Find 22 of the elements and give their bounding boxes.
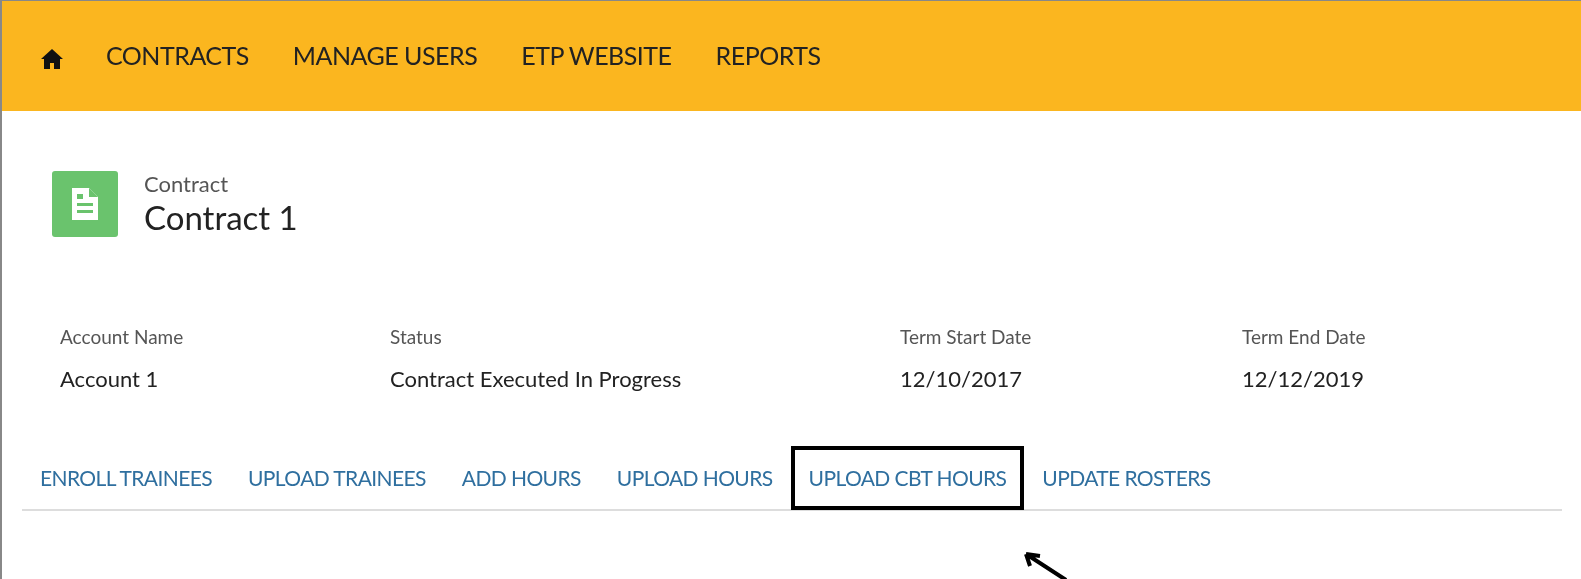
nav-link[interactable]: CONTRACTS <box>106 37 249 75</box>
field-label: Status <box>390 324 443 350</box>
action-tab[interactable]: UPLOAD TRAINEES <box>230 445 444 510</box>
nav-link[interactable]: REPORTS <box>715 37 821 75</box>
field-label: Term End Date <box>1242 324 1367 350</box>
field-value: Contract Executed In Progress <box>390 363 683 394</box>
field-label: Term Start Date <box>900 324 1033 350</box>
nav-link[interactable]: ETP WEBSITE <box>521 37 672 75</box>
action-tab[interactable]: ENROLL TRAINEES <box>22 445 230 510</box>
field-value: 12/12/2019 <box>1242 363 1365 394</box>
record-title: Contract 1 <box>144 197 298 237</box>
action-tab[interactable]: UPLOAD HOURS <box>598 445 791 510</box>
field-value: 12/10/2017 <box>900 363 1023 394</box>
field-label: Account Name <box>60 324 185 350</box>
nav-link[interactable]: MANAGE USERS <box>292 37 478 75</box>
action-tab[interactable]: UPLOAD CBT HOURS <box>790 445 1025 510</box>
field-value: Account 1 <box>60 363 160 394</box>
action-tab[interactable]: ADD HOURS <box>443 445 599 510</box>
action-tab[interactable]: UPDATE ROSTERS <box>1024 445 1229 510</box>
record-type: Contract <box>144 171 230 197</box>
home-icon[interactable] <box>40 48 64 70</box>
document-icon <box>52 171 118 237</box>
